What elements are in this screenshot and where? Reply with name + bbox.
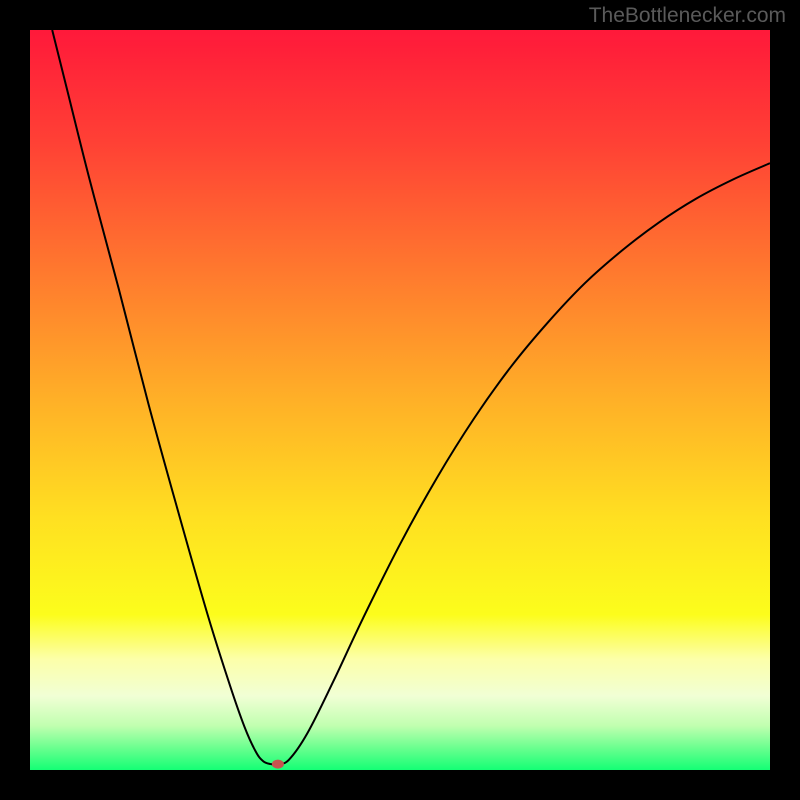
bottleneck-chart <box>30 30 770 770</box>
watermark-text: TheBottlenecker.com <box>589 4 786 28</box>
chart-frame <box>30 30 770 770</box>
minimum-marker <box>272 760 284 769</box>
gradient-background <box>30 30 770 770</box>
